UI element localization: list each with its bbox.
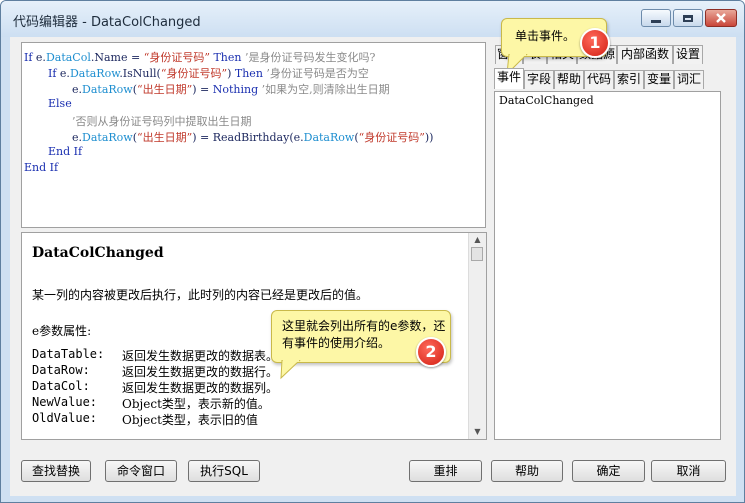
code-token: ’如果为空,则清除出生日期: [261, 83, 390, 96]
code-token: DataRow: [69, 67, 120, 80]
code-token: “身份证号码”: [143, 51, 210, 64]
code-line[interactable]: End If: [24, 161, 58, 177]
code-token: “出生日期”: [137, 131, 193, 144]
minimize-button[interactable]: [641, 9, 671, 27]
code-token: “身份证号码”: [358, 131, 425, 144]
cancel-button[interactable]: 取消: [651, 460, 726, 482]
minimize-icon: [651, 19, 661, 23]
close-button[interactable]: [705, 9, 737, 27]
help-scrollbar[interactable]: ▲ ▼: [468, 233, 486, 439]
code-token: e.: [72, 131, 83, 144]
param-name: DataCol:: [32, 379, 90, 393]
scroll-thumb[interactable]: [471, 247, 483, 261]
execute-sql-button[interactable]: 执行SQL: [188, 460, 260, 482]
code-token: ): [227, 67, 235, 80]
code-line[interactable]: e.DataRow(“出生日期”) = ReadBirthday(e.DataR…: [72, 129, 433, 145]
param-name: OldValue:: [32, 411, 98, 425]
code-token: “出生日期”: [137, 83, 193, 96]
window-title: 代码编辑器 - DataColChanged: [13, 15, 201, 30]
tab-bottom-6[interactable]: 词汇: [674, 70, 704, 89]
tab-top-5[interactable]: 设置: [673, 45, 703, 64]
code-line[interactable]: e.DataRow(“出生日期”) = Nothing ’如果为空,则清除出生日…: [72, 81, 390, 97]
maximize-button[interactable]: [673, 9, 703, 27]
help-title: DataColChanged: [32, 245, 164, 261]
code-token: )): [424, 131, 434, 144]
code-token: ’身份证号码是否为空: [266, 67, 369, 80]
code-token: .Name =: [90, 51, 144, 64]
code-token: DataCol: [45, 51, 91, 64]
code-token: If: [24, 51, 36, 64]
help-button[interactable]: 帮助: [491, 460, 563, 482]
code-token: If: [48, 67, 60, 80]
code-token: End If: [24, 161, 59, 174]
code-line[interactable]: ’否则从身份证号码列中提取出生日期: [72, 113, 252, 129]
maximize-icon: [683, 14, 693, 22]
code-token: DataRow: [303, 131, 355, 144]
code-token: ) = ReadBirthday(e.: [192, 131, 304, 144]
param-description: 返回发生数据更改的数据列。: [122, 381, 279, 395]
tab-top-4[interactable]: 内部函数: [617, 45, 673, 64]
help-description: 某一列的内容被更改后执行，此时列的内容已经是更改后的值。: [32, 288, 369, 302]
callout-1-text: 单击事件。: [515, 29, 576, 43]
step-badge-1: 1: [580, 28, 610, 58]
code-token: ’否则从身份证号码列中提取出生日期: [72, 115, 252, 128]
param-name: DataRow:: [32, 363, 90, 377]
tab-bottom-5[interactable]: 变量: [644, 70, 674, 89]
command-window-button[interactable]: 命令窗口: [105, 460, 177, 482]
callout-2-pointer: [280, 360, 301, 380]
rearrange-button[interactable]: 重排: [409, 460, 482, 482]
tab-bottom-0[interactable]: 事件: [494, 68, 524, 89]
scroll-up-icon[interactable]: ▲: [471, 234, 484, 246]
tab-bottom-2[interactable]: 帮助: [554, 70, 584, 89]
param-description: Object类型，表示新的值。: [122, 397, 270, 411]
code-token: e.: [59, 67, 70, 80]
code-token: Then: [209, 51, 245, 64]
code-token: Then: [234, 67, 267, 80]
close-icon: [716, 13, 726, 23]
code-token: .IsNull(: [119, 67, 161, 80]
code-token: ) =: [192, 83, 213, 96]
ok-button[interactable]: 确定: [572, 460, 645, 482]
param-description: Object类型，表示旧的值: [122, 413, 258, 427]
scroll-down-icon[interactable]: ▼: [471, 426, 484, 438]
code-token: e.: [35, 51, 46, 64]
code-line[interactable]: If e.DataCol.Name = “身份证号码” Then ’是身份证号码…: [24, 49, 375, 65]
event-list-item[interactable]: DataColChanged: [499, 94, 594, 107]
title-bar[interactable]: 代码编辑器 - DataColChanged: [1, 1, 744, 37]
code-token: ’是身份证号码发生变化吗?: [244, 51, 376, 64]
param-description: 返回发生数据更改的数据表。: [122, 349, 279, 363]
code-line[interactable]: Else: [48, 97, 72, 113]
find-replace-button[interactable]: 查找替换: [21, 460, 91, 482]
code-token: DataRow: [82, 83, 133, 96]
code-token: Else: [48, 97, 72, 110]
tab-bottom-3[interactable]: 代码: [584, 70, 614, 89]
code-token: Nothing: [212, 83, 262, 96]
param-name: NewValue:: [32, 395, 98, 409]
step-badge-2: 2: [416, 337, 446, 367]
param-description: 返回发生数据更改的数据行。: [122, 365, 279, 379]
code-token: DataRow: [82, 131, 133, 144]
code-editor-window: 代码编辑器 - DataColChanged If e.DataCol.Name…: [0, 0, 745, 503]
event-panel[interactable]: DataColChanged: [494, 91, 721, 440]
param-name: DataTable:: [32, 347, 105, 361]
code-token: e.: [72, 83, 83, 96]
code-token: End If: [48, 145, 83, 158]
code-editor[interactable]: If e.DataCol.Name = “身份证号码” Then ’是身份证号码…: [21, 42, 486, 228]
code-line[interactable]: End If: [48, 145, 82, 161]
client-area: If e.DataCol.Name = “身份证号码” Then ’是身份证号码…: [10, 37, 736, 496]
params-heading: e参数属性:: [32, 324, 92, 338]
code-line[interactable]: If e.DataRow.IsNull(“身份证号码”) Then ’身份证号码…: [48, 65, 369, 81]
tab-bottom-4[interactable]: 索引: [614, 70, 644, 89]
code-token: “身份证号码”: [160, 67, 228, 80]
